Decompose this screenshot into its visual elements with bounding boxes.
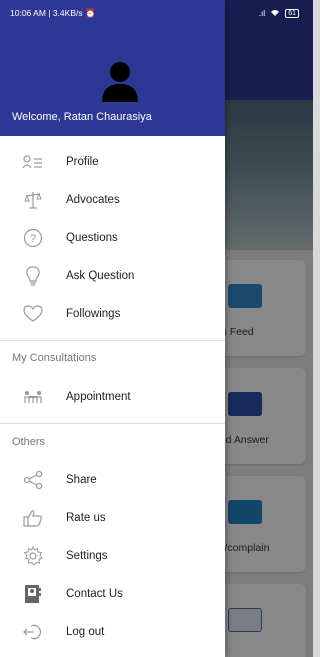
menu-item-log-out[interactable]: Log out [0,613,225,651]
contact-icon [22,583,44,605]
menu-item-contact-us[interactable]: Contact Us [0,575,225,613]
menu-item-label: Share [66,474,97,486]
menu-item-settings[interactable]: Settings [0,537,225,575]
menu-item-advocates[interactable]: Advocates [0,181,225,219]
navigation-drawer: Welcome, Ratan Chaurasiya Profile Advoca… [0,0,225,657]
meeting-icon [22,386,44,408]
profile-icon [22,151,44,173]
menu-divider [0,340,225,341]
bulb-icon [22,265,44,287]
logout-icon [22,621,44,643]
menu-divider [0,423,225,424]
signal-icon: .ıl [258,8,266,18]
wifi-icon [271,10,280,16]
drawer-scrim[interactable] [225,0,313,657]
heart-icon [22,303,44,325]
menu-item-rate-us[interactable]: Rate us [0,499,225,537]
menu-item-label: Advocates [66,194,120,206]
status-icons: .ıl 61 [259,8,299,18]
battery-icon: 61 [285,8,299,18]
question-icon: ? [22,227,44,249]
menu-item-label: Rate us [66,512,106,524]
menu-item-ask-question[interactable]: Ask Question [0,257,225,295]
scales-icon [22,189,44,211]
section-heading-others: Others [12,436,46,448]
menu-item-label: Contact Us [66,588,123,600]
menu-item-label: Appointment [66,391,131,403]
avatar-icon[interactable] [100,60,140,102]
svg-text:?: ? [30,233,36,245]
menu-item-label: Ask Question [66,270,135,282]
status-time: 10:06 AM | 3.4KB/s ⏰ [10,7,96,18]
menu-item-share[interactable]: Share [0,461,225,499]
gear-icon [22,545,44,567]
menu-item-profile[interactable]: Profile [0,143,225,181]
menu-item-followings[interactable]: Followings [0,295,225,333]
menu-item-label: Profile [66,156,99,168]
menu-item-appointment[interactable]: Appointment [0,378,225,416]
thumbs-up-icon [22,507,44,529]
menu-item-questions[interactable]: ? Questions [0,219,225,257]
share-icon [22,469,44,491]
menu-item-label: Followings [66,308,121,320]
welcome-text: Welcome, Ratan Chaurasiya [12,111,152,123]
status-bar: 10:06 AM | 3.4KB/s ⏰ .ıl 61 [0,0,313,26]
menu-item-label: Settings [66,550,108,562]
menu-item-label: Log out [66,626,105,638]
section-heading-consultations: My Consultations [12,352,97,364]
menu-item-label: Questions [66,232,118,244]
